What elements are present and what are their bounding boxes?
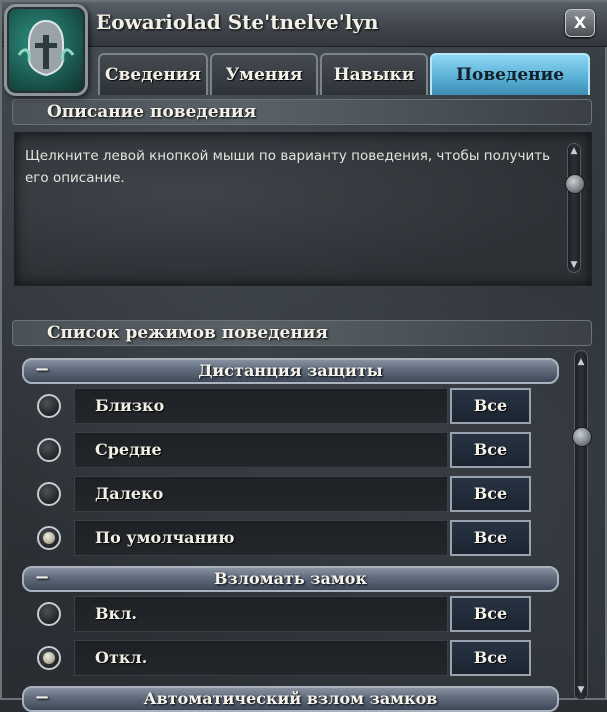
radio-on[interactable] bbox=[37, 602, 61, 626]
description-line: Щелкните левой кнопкой мыши по варианту … bbox=[25, 148, 551, 164]
option-label: Вкл. bbox=[95, 604, 137, 623]
option-label-box[interactable]: Далеко bbox=[74, 476, 448, 512]
group-title: Взломать замок bbox=[214, 569, 367, 588]
tab-skills[interactable]: Навыки bbox=[320, 53, 428, 95]
scroll-down-icon[interactable]: ▼ bbox=[568, 258, 580, 272]
group-title: Дистанция защиты bbox=[198, 361, 383, 380]
group-header-auto-lockpick[interactable]: − Автоматический взлом замков bbox=[22, 686, 559, 712]
scroll-up-icon[interactable]: ▲ bbox=[568, 144, 580, 158]
behavior-list-header: Список режимов поведения bbox=[12, 320, 592, 346]
title-bar[interactable]: Eowariolad Ste'tnelve'lyn X bbox=[2, 2, 607, 47]
scroll-down-icon[interactable]: ▼ bbox=[575, 683, 587, 697]
all-button[interactable]: Все bbox=[450, 596, 531, 632]
list-item: По умолчанию Все bbox=[22, 518, 562, 558]
tab-abilities[interactable]: Умения bbox=[210, 53, 318, 95]
option-label: Откл. bbox=[95, 648, 148, 667]
radio-off[interactable] bbox=[37, 646, 61, 670]
group-header-defense-distance[interactable]: − Дистанция защиты bbox=[22, 358, 559, 384]
option-label-box[interactable]: По умолчанию bbox=[74, 520, 448, 556]
description-header: Описание поведения bbox=[12, 99, 592, 125]
list-item: Далеко Все bbox=[22, 474, 562, 514]
collapse-icon[interactable]: − bbox=[32, 360, 52, 382]
option-label-box[interactable]: Вкл. bbox=[74, 596, 448, 632]
option-label: Далеко bbox=[95, 484, 164, 503]
list-item: Близко Все bbox=[22, 386, 562, 426]
radio-default[interactable] bbox=[37, 526, 61, 550]
list-scrollbar[interactable]: ▲ ▼ bbox=[572, 350, 592, 700]
group-header-pick-lock[interactable]: − Взломать замок bbox=[22, 566, 559, 592]
collapse-icon[interactable]: − bbox=[32, 568, 52, 590]
radio-far[interactable] bbox=[37, 482, 61, 506]
all-button[interactable]: Все bbox=[450, 432, 531, 468]
description-scrollbar[interactable]: ▲ ▼ bbox=[565, 143, 585, 273]
tab-behavior[interactable]: Поведение bbox=[430, 53, 590, 95]
window-title: Eowariolad Ste'tnelve'lyn bbox=[96, 10, 379, 34]
description-scroll-thumb[interactable] bbox=[565, 174, 585, 194]
list-item: Вкл. Все bbox=[22, 594, 562, 634]
radio-medium[interactable] bbox=[37, 438, 61, 462]
scroll-up-icon[interactable]: ▲ bbox=[575, 355, 587, 369]
behavior-window: Eowariolad Ste'tnelve'lyn X Сведения Уме… bbox=[0, 0, 607, 712]
all-button[interactable]: Все bbox=[450, 476, 531, 512]
all-button[interactable]: Все bbox=[450, 640, 531, 676]
radio-close[interactable] bbox=[37, 394, 61, 418]
option-label: Средне bbox=[95, 440, 162, 459]
list-item: Откл. Все bbox=[22, 638, 562, 678]
tab-info[interactable]: Сведения bbox=[98, 53, 208, 95]
list-scroll-thumb[interactable] bbox=[572, 427, 592, 447]
option-label-box[interactable]: Близко bbox=[74, 388, 448, 424]
description-panel: Щелкните левой кнопкой мыши по варианту … bbox=[14, 132, 592, 286]
option-label-box[interactable]: Средне bbox=[74, 432, 448, 468]
option-label-box[interactable]: Откл. bbox=[74, 640, 448, 676]
all-button[interactable]: Все bbox=[450, 520, 531, 556]
collapse-icon[interactable]: − bbox=[32, 688, 52, 710]
list-item: Средне Все bbox=[22, 430, 562, 470]
close-button[interactable]: X bbox=[565, 9, 595, 37]
description-line: его описание. bbox=[25, 170, 125, 186]
option-label: По умолчанию bbox=[95, 528, 235, 547]
character-emblem-icon bbox=[4, 4, 88, 96]
group-title: Автоматический взлом замков bbox=[143, 689, 438, 708]
all-button[interactable]: Все bbox=[450, 388, 531, 424]
description-text: Щелкните левой кнопкой мыши по варианту … bbox=[25, 145, 565, 189]
option-label: Близко bbox=[95, 396, 165, 415]
